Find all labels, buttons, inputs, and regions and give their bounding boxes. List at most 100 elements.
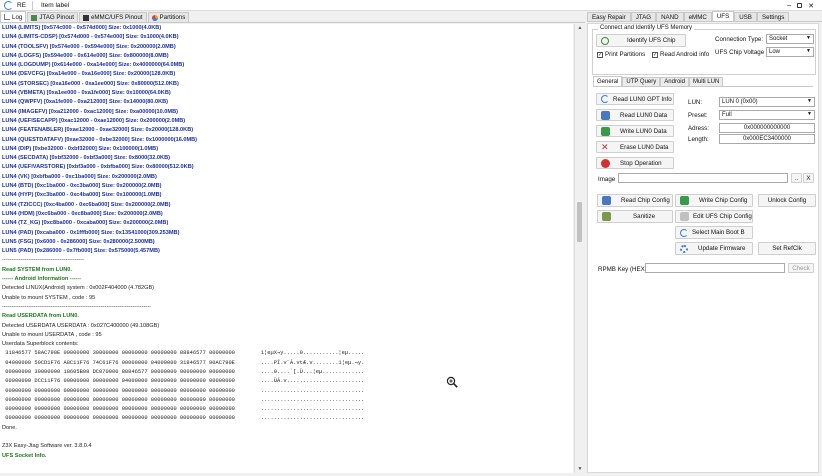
stop-operation-button[interactable]: Stop Operation <box>596 157 674 169</box>
log-line: LUN4 (TOOLSFV) [0x574e000 - 0x594e000] S… <box>2 43 176 50</box>
log-panel[interactable]: LUN4 (LIMITS) [0x574c000 - 0x574d000] Si… <box>0 24 573 473</box>
tab-ufs[interactable]: UFS <box>711 11 735 21</box>
re-label[interactable]: RE <box>17 2 26 9</box>
log-line: LUN4 (SECDATA) [0xbf32000 - 0xbf3a000] S… <box>2 155 170 162</box>
log-line: LUN4 (FEATENABLER) [0xae12000 - 0xae3200… <box>2 127 194 134</box>
log-line: LUN4 (TZICCC) [0xc4ba000 - 0xc6ba000] Si… <box>2 201 171 208</box>
log-line: LUN4 (HDM) [0xc6ba000 - 0xc8ba000] Size:… <box>2 210 163 217</box>
browse-button[interactable]: .. <box>791 173 802 183</box>
tab-label: eMMC/UFS Pinout <box>90 14 143 21</box>
set-refclk-button[interactable]: Set RefClk <box>758 242 816 255</box>
gear-icon <box>680 244 688 253</box>
identify-ufs-button[interactable]: Identify UFS Chip <box>596 34 686 47</box>
hex-dump-line: 00000000 00000000 00000000 00000000 0000… <box>2 415 365 422</box>
log-line: UFS Socket Info. <box>2 452 47 459</box>
close-icon[interactable]: ✕ <box>808 2 814 10</box>
chevron-down-icon: ▼ <box>807 98 812 104</box>
sanitize-button[interactable]: Sanitize <box>597 210 673 223</box>
preset-label: Preset: <box>688 112 708 119</box>
scroll-up-icon[interactable]: ▲ <box>577 25 583 31</box>
button-label: Read LUN0 GPT Info <box>613 95 672 103</box>
read-data-button[interactable]: Read LUN0 Data <box>596 109 674 121</box>
zoom-in-icon <box>446 376 458 388</box>
log-line: LUN4 (IMAGEFV) [0xa212000 - 0xac12000] S… <box>2 108 178 115</box>
preset-select[interactable]: Full ▼ <box>719 110 815 120</box>
tab-nand[interactable]: NAND <box>656 12 684 21</box>
clear-image-button[interactable]: X <box>803 173 814 183</box>
image-label: Image <box>598 176 616 183</box>
image-input[interactable] <box>618 173 788 183</box>
erase-icon: ✕ <box>601 141 609 152</box>
tab-emmc-ufs-pinout[interactable]: eMMC/UFS Pinout <box>78 12 147 22</box>
log-line: LUN4 (LIMITS-CDSP) [0x574d000 - 0x574e00… <box>2 34 179 41</box>
log-icon <box>4 14 10 20</box>
checkbox-box[interactable]: ✓ <box>652 51 658 58</box>
select-main-boot-button[interactable]: Select Main Boot B <box>675 226 753 239</box>
tab-log[interactable]: Log <box>0 11 27 22</box>
update-firmware-button[interactable]: Update Firmware <box>675 242 753 255</box>
hex-dump-line: 04000000 50CD1F76 A8C11F76 74C61F76 0000… <box>2 359 365 366</box>
lun-select[interactable]: LUN 0 (0x00) ▼ <box>719 97 815 107</box>
tab-multi-lun[interactable]: Multi LUN <box>688 77 724 86</box>
write-icon <box>601 126 610 136</box>
log-line: LUN4 (UEFISECAPP) [0xac12000 - 0xae12000… <box>2 117 186 124</box>
chip-icon <box>31 14 38 21</box>
tab-settings[interactable]: Settings <box>756 12 790 21</box>
ufs-panel: Connect and Identify UFS Memory Identify… <box>587 23 819 473</box>
hex-dump-line: 00000000 00000000 00000000 00000000 0000… <box>2 406 365 413</box>
log-line: ----------------------------------------… <box>2 303 152 310</box>
rpmb-key-input[interactable] <box>645 263 785 273</box>
tab-jtag-pinout[interactable]: JTAG Pinout <box>27 12 78 22</box>
log-line: Detected USERDATA USERDATA : 0x027C40000… <box>2 322 160 329</box>
sanitize-icon <box>602 212 611 221</box>
log-line: LUN4 (VK) [0xbfba000 - 0xc1ba000] Size: … <box>2 173 157 180</box>
button-label: Erase LUN0 Data <box>620 143 669 151</box>
button-label: Edit UFS Chip Config <box>693 213 752 220</box>
log-line: LUN5 (FSG) [0x6000 - 0x286000] Size: 0x2… <box>2 238 155 245</box>
read-icon <box>601 110 610 120</box>
read-android-info-checkbox[interactable]: ✓ Read Android info <box>652 51 709 58</box>
write-chip-config-button[interactable]: Write Chip Config <box>675 194 753 207</box>
print-partitions-checkbox[interactable]: ✓ Print Partitions <box>597 51 645 58</box>
tab-label: Log <box>12 13 23 21</box>
log-line: LUN4 (UEFIVARSTORE) [0xbf3a000 - 0xbfba0… <box>2 164 194 171</box>
tab-usb[interactable]: USB <box>734 12 757 21</box>
tab-partitions[interactable]: Partitions <box>147 12 190 22</box>
tab-utp-query[interactable]: UTP Query <box>622 77 661 86</box>
connection-type-select[interactable]: Socket ▼ <box>766 34 814 44</box>
check-button[interactable]: Check <box>788 263 814 273</box>
read-chip-config-button[interactable]: Read Chip Config <box>597 194 673 207</box>
adress-input[interactable]: 0x000000000000 <box>719 123 815 133</box>
log-scrollbar[interactable]: ▲ ▼ <box>574 24 584 473</box>
maximize-icon[interactable] <box>797 3 803 8</box>
edit-chip-config-button[interactable]: Edit UFS Chip Config <box>675 210 753 223</box>
scrollbar-thumb[interactable] <box>577 202 582 242</box>
tab-emmc[interactable]: eMMC <box>683 12 712 21</box>
write-data-button[interactable]: Write LUN0 Data <box>596 125 674 137</box>
chevron-down-icon: ▼ <box>806 48 811 54</box>
tab-easy-repair[interactable]: Easy Repair <box>587 12 631 21</box>
hex-dump-line: 31846577 58AC790E 00000000 30000000 0000… <box>2 350 365 357</box>
chip-voltage-select[interactable]: Low ▼ <box>766 47 814 57</box>
refresh-icon[interactable] <box>4 0 13 10</box>
tab-jtag[interactable]: JTAG <box>630 12 657 21</box>
item-label: Item label <box>41 1 70 9</box>
length-input[interactable]: 0x000EC3400000 <box>719 134 815 144</box>
scroll-down-icon[interactable]: ▼ <box>577 466 583 472</box>
log-line: LUN4 (LOGFS) [0x594e000 - 0x614e000] Siz… <box>2 52 169 59</box>
right-panel: Easy Repair JTAG NAND eMMC UFS USB Setti… <box>587 11 822 473</box>
button-label: Read LUN0 Data <box>620 111 668 119</box>
read-gpt-button[interactable]: Read LUN0 GPT Info <box>596 93 674 105</box>
select-value: Socket <box>769 36 788 42</box>
log-line: LUN4 (LOGDUMP) [0x614e000 - 0xa14e000] S… <box>2 62 185 69</box>
tab-general[interactable]: General <box>593 76 623 86</box>
minimize-icon[interactable]: – <box>787 2 791 9</box>
left-tab-bar: Log JTAG Pinout eMMC/UFS Pinout Partitio… <box>0 11 585 23</box>
log-line: LUN4 (BTD) [0xc1ba000 - 0xc3ba000] Size:… <box>2 183 162 190</box>
unlock-config-button[interactable]: Unlock Config <box>758 194 816 207</box>
tab-android[interactable]: Android <box>660 77 689 86</box>
log-line: Unable to mount USERDATA , code : 95 <box>2 331 102 338</box>
tab-label: JTAG Pinout <box>39 14 74 21</box>
erase-data-button[interactable]: ✕ Erase LUN0 Data <box>596 141 674 153</box>
checkbox-box[interactable]: ✓ <box>597 51 603 58</box>
